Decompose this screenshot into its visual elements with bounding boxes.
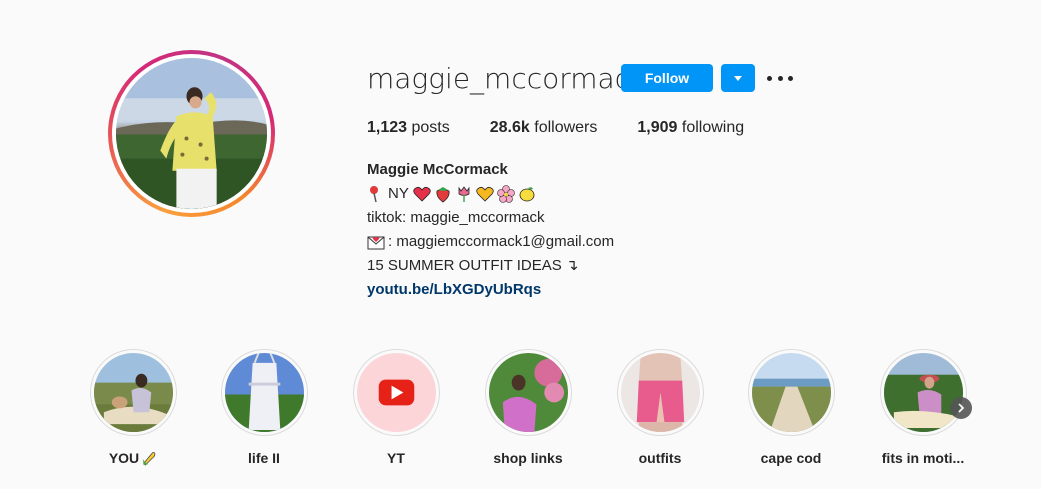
highlight-cover-image [224,353,304,432]
corn-icon [142,452,156,466]
yellow-heart-icon [476,186,494,202]
strawberry-icon [436,187,450,203]
profile-full-name: Maggie McCormack [367,161,508,178]
highlight-ring [747,349,835,436]
highlight-label: outfits [638,450,682,466]
dot [777,75,783,81]
bio-email-text: : maggiemccormack1@gmail.com [388,233,615,250]
highlight-cover [488,353,568,432]
bio-website-link[interactable]: youtu.be/LbXGDyUbRqs [367,278,614,302]
profile-stats: 1,123 posts 28.6k followers 1,909 follow… [367,119,784,137]
lemon-icon [519,187,535,202]
highlight-life-ii[interactable]: life II [204,349,324,466]
following-label: following [681,119,745,136]
avatar-photo-image [116,58,267,209]
highlight-cover [883,353,963,432]
highlight-outfits[interactable]: outfits [600,349,720,466]
highlight-label: shop links [493,450,563,466]
chevron-down-icon [734,75,742,81]
bio-headline: 15 SUMMER OUTFIT IDEAS ↴ [367,257,579,274]
following-count: 1,909 [637,119,678,136]
highlight-cover-image [93,353,173,432]
more-options-icon[interactable] [767,68,793,88]
highlight-cover [356,353,436,432]
profile-page: maggie_mccormack Follow 1,123 posts 28.6… [0,0,1041,489]
highlight-label: YT [387,450,405,466]
posts-stat: 1,123 posts [367,119,450,137]
youtube-icon [378,379,414,406]
highlight-cover [620,353,700,432]
highlight-ring [220,349,308,436]
highlight-shop-links[interactable]: shop links [468,349,588,466]
story-highlights: YOU life II YT shop links outfits cape c… [88,349,988,469]
highlight-label: fits in moti... [881,450,965,466]
highlight-label: life II [248,450,280,466]
highlight-label: cape cod [760,450,822,466]
highlight-ring [484,349,572,436]
suggestions-dropdown-button[interactable] [721,64,755,92]
dot [788,75,793,81]
highlight-ring [352,349,440,436]
followers-count: 28.6k [489,119,530,136]
followers-label: followers [534,119,598,136]
highlight-yt[interactable]: YT [336,349,456,466]
follow-button[interactable]: Follow [621,64,713,92]
cherry-blossom-icon [497,185,515,203]
chevron-right-icon [958,403,965,413]
following-stat[interactable]: 1,909 following [637,119,744,137]
round-pushpin-icon [370,186,378,203]
highlight-cover [751,353,831,432]
followers-stat[interactable]: 28.6k followers [490,119,598,137]
highlight-ring [616,349,704,436]
posts-count: 1,123 [367,119,408,136]
highlight-cover-image [488,353,568,432]
tulip-icon [458,186,470,202]
highlight-cover [93,353,173,432]
highlight-label-text: YOU [108,450,140,466]
highlight-cover-image [620,353,700,432]
dot [767,75,772,81]
posts-label: posts [411,119,450,136]
highlight-you[interactable]: YOU [73,349,193,466]
bio-tiktok-line: tiktok: maggie_mccormack [367,209,545,226]
profile-bio: Maggie McCormack NY tiktok: maggie_mccor… [367,158,614,302]
highlight-cover-image [883,353,963,432]
avatar[interactable] [116,58,267,209]
envelope-with-heart-icon [367,236,385,250]
highlight-cover-image [751,353,831,432]
profile-avatar-story-ring[interactable] [108,50,275,217]
highlight-cover [224,353,304,432]
highlight-label: YOU [73,450,193,466]
bio-location-line: NY [367,182,614,206]
bio-location-text: NY [388,185,409,202]
profile-username: maggie_mccormack [367,62,647,95]
red-heart-icon [413,186,431,202]
bio-email-line: : maggiemccormack1@gmail.com [367,230,614,254]
highlight-ring [89,349,177,436]
highlight-ring [879,349,967,436]
avatar-border [112,54,271,213]
highlight-cape-cod[interactable]: cape cod [731,349,851,466]
highlights-next-button[interactable] [950,397,972,419]
